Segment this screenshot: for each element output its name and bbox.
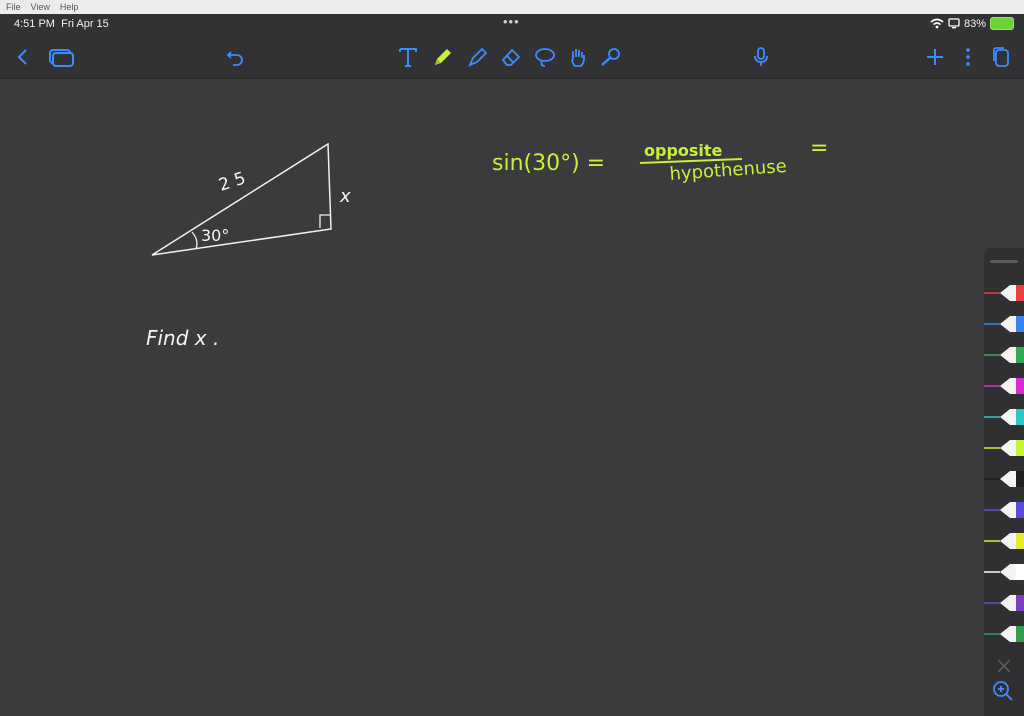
side-x-label: x	[339, 186, 351, 207]
status-date: Fri Apr 15	[61, 18, 109, 30]
handwriting-layer: 2 5 30° x Find x . sin(30°) = opposite h…	[146, 136, 828, 350]
pen-swatch[interactable]	[984, 344, 1024, 366]
pen-swatch[interactable]	[984, 406, 1024, 428]
palette-handle[interactable]	[990, 260, 1018, 263]
multitasking-dots[interactable]: •••	[503, 14, 520, 29]
documents-icon[interactable]	[48, 44, 74, 70]
right-angle-mark	[319, 214, 331, 228]
menu-help[interactable]: Help	[60, 2, 79, 12]
add-icon[interactable]	[922, 44, 948, 70]
pen-swatch[interactable]	[984, 375, 1024, 397]
angle-label: 30°	[201, 226, 229, 245]
menu-file[interactable]: File	[6, 2, 21, 12]
pen-swatch[interactable]	[984, 437, 1024, 459]
status-bar: 4:51 PM Fri Apr 15 ••• 83%	[0, 14, 1024, 36]
pen-swatch[interactable]	[984, 530, 1024, 552]
pen-swatch[interactable]	[984, 561, 1024, 583]
wifi-icon	[930, 18, 944, 29]
undo-icon[interactable]	[222, 44, 248, 70]
find-x-text: Find x .	[146, 326, 219, 350]
equation-numerator: opposite	[644, 141, 723, 160]
hand-icon[interactable]	[565, 44, 591, 70]
pen-palette	[984, 248, 1024, 716]
equation-equals: =	[810, 136, 828, 161]
menu-view[interactable]: View	[31, 2, 50, 12]
note-canvas[interactable]: 2 5 30° x Find x . sin(30°) = opposite h…	[0, 79, 1024, 716]
eraser-icon[interactable]	[498, 44, 524, 70]
pen-swatch[interactable]	[984, 468, 1024, 490]
angle-arc	[191, 231, 198, 250]
hypotenuse-label: 2 5	[216, 168, 248, 195]
laser-icon[interactable]	[598, 44, 624, 70]
pen-swatch[interactable]	[984, 592, 1024, 614]
pen-swatch[interactable]	[984, 313, 1024, 335]
status-right: 83%	[930, 17, 1014, 30]
triangle-drawing	[151, 142, 332, 256]
microphone-icon[interactable]	[748, 44, 774, 70]
close-palette-icon[interactable]	[996, 658, 1012, 674]
pen-swatch[interactable]	[984, 623, 1024, 645]
note-toolbar	[0, 36, 1024, 79]
battery-percent: 83%	[963, 17, 986, 30]
app-menu-bar: File View Help	[0, 0, 1024, 15]
pen-icon[interactable]	[430, 44, 456, 70]
pen-swatch[interactable]	[984, 499, 1024, 521]
pen-swatch[interactable]	[984, 282, 1024, 304]
status-time: 4:51 PM Fri Apr 15	[14, 18, 109, 30]
pages-icon[interactable]	[988, 44, 1014, 70]
more-icon[interactable]	[955, 44, 981, 70]
battery-icon	[990, 17, 1014, 30]
highlighter-icon[interactable]	[465, 44, 491, 70]
zoom-icon[interactable]	[992, 680, 1014, 702]
lasso-icon[interactable]	[532, 44, 558, 70]
text-icon[interactable]	[395, 44, 421, 70]
back-icon[interactable]	[10, 44, 36, 70]
screen-mirroring-icon	[948, 18, 960, 29]
equation-sin: sin(30°) =	[492, 151, 605, 176]
